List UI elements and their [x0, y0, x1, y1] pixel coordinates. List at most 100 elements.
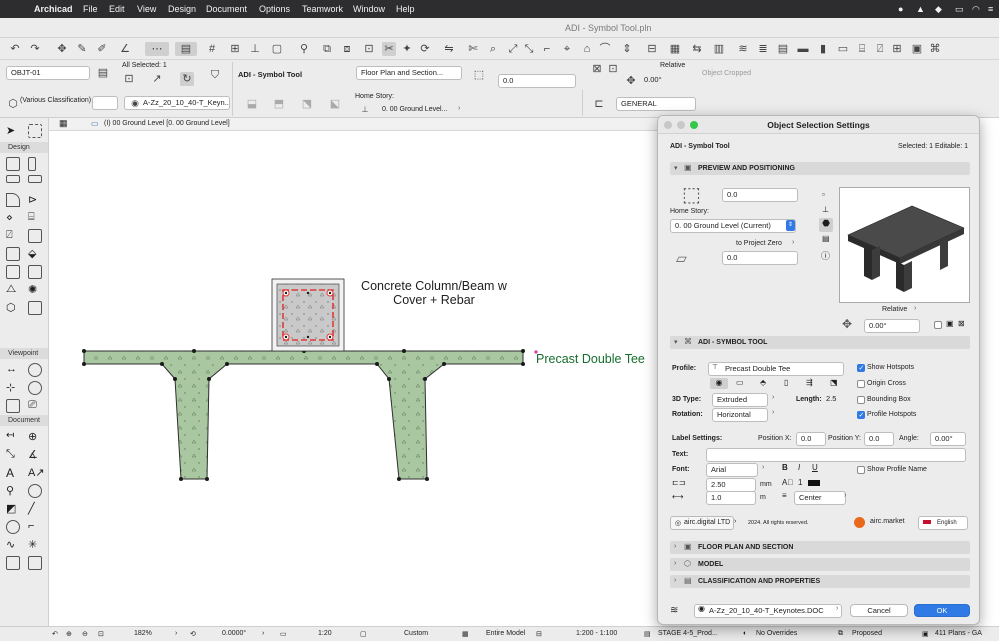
app-menu[interactable]: Archicad	[34, 4, 73, 14]
suspend-groups-icon[interactable]: ▢	[270, 42, 284, 56]
railing-icon[interactable]: ⍁	[873, 42, 887, 56]
rotate-icon[interactable]: ⟳	[418, 42, 432, 56]
section-tool-icon[interactable]: ↔	[6, 363, 20, 377]
plans-value[interactable]: 411 Plans - GA	[935, 630, 982, 637]
model-value[interactable]: Entire Model	[486, 630, 525, 637]
status-icon-1[interactable]: ●	[898, 4, 903, 14]
polyline-tool-icon[interactable]: ⌐	[28, 520, 42, 534]
window-icon[interactable]: ⊞	[890, 42, 904, 56]
element-id-field[interactable]: OBJT-01	[6, 66, 90, 80]
close-button[interactable]	[664, 121, 672, 129]
camera-tool-icon[interactable]: ⎚	[28, 399, 42, 413]
length-field[interactable]: 2.5	[822, 393, 856, 407]
mesh-tool-icon[interactable]: ⧍	[6, 283, 20, 297]
beam-tool-icon[interactable]	[6, 175, 20, 183]
cancel-button[interactable]: Cancel	[850, 604, 908, 617]
profile-shape-2-icon[interactable]: ▭	[736, 378, 744, 387]
pen-color-swatch[interactable]	[808, 480, 820, 486]
panel-tool-icon[interactable]	[28, 301, 42, 315]
calendar-icon[interactable]: ▦	[668, 42, 682, 56]
roof-tool-icon[interactable]	[6, 193, 20, 207]
table-icon[interactable]: ▤	[776, 42, 790, 56]
italic-icon[interactable]: I	[798, 463, 800, 472]
text-size-field[interactable]: 2.50	[706, 478, 756, 492]
snap-icon[interactable]: ⊞	[228, 42, 242, 56]
offset-bottom-field[interactable]: 0.0	[722, 251, 798, 265]
classification-value[interactable]: (Various Classification)	[20, 96, 91, 105]
profile-shape-5-icon[interactable]: ⇶	[806, 378, 813, 387]
trim-icon[interactable]: ✂	[382, 42, 396, 56]
custom-value[interactable]: Custom	[404, 630, 428, 637]
spline-tool-icon[interactable]: ∿	[6, 538, 20, 552]
menu-window[interactable]: Window	[353, 4, 385, 14]
layer-select[interactable]: A-Zz_20_10_40-T_Keynotes.DOC	[694, 604, 842, 618]
fit-icon[interactable]: ⊡	[98, 630, 104, 638]
mirror-icon[interactable]: ⇋	[442, 42, 456, 56]
overrides-value[interactable]: No Overrides	[756, 630, 797, 637]
origin-icon[interactable]: ⊡	[606, 62, 620, 76]
profile-shape-3-icon[interactable]: ⬘	[760, 378, 766, 387]
angle-field[interactable]: 0.00°	[640, 74, 696, 88]
grid-icon[interactable]: #	[205, 42, 219, 56]
stair-icon[interactable]: ⌸	[855, 42, 869, 56]
slab-tool-icon[interactable]	[28, 175, 42, 183]
stage-value[interactable]: STAGE 4-5_Prod...	[658, 630, 718, 637]
ortho-icon[interactable]: ⊥	[248, 42, 262, 56]
zoom-icon[interactable]: ⌕	[486, 42, 500, 56]
home-story-stepper-icon[interactable]: ⇕	[786, 220, 795, 231]
menu-help[interactable]: Help	[396, 4, 415, 14]
pos-x-field[interactable]: 0.0	[796, 432, 826, 446]
menu-design[interactable]: Design	[168, 4, 196, 14]
origin-cross-checkbox[interactable]	[857, 380, 865, 388]
column-icon[interactable]: ▮	[816, 42, 830, 56]
select-mode-icon[interactable]: ⊡	[122, 72, 136, 86]
font-select[interactable]: Arial	[706, 463, 758, 477]
menu-teamwork[interactable]: Teamwork	[302, 4, 343, 14]
offset-field[interactable]: 0.0	[498, 74, 576, 88]
curtain-wall-tool-icon[interactable]	[6, 265, 20, 279]
window-tool-icon[interactable]	[6, 247, 20, 261]
profile-shape-6-icon[interactable]: ⬔	[830, 378, 838, 387]
offset-icon[interactable]: ⌐	[540, 42, 554, 56]
door-icon[interactable]: ▣	[910, 42, 924, 56]
resize-icon[interactable]: ⤡	[522, 42, 536, 56]
dropbox-icon[interactable]: ◆	[935, 4, 942, 15]
scale2-value[interactable]: 1:200 - 1:100	[576, 630, 617, 637]
menu-view[interactable]: View	[137, 4, 156, 14]
line-tool-icon[interactable]: ╱	[28, 502, 42, 516]
zoom-button[interactable]	[690, 121, 698, 129]
slab-icon[interactable]: ▬	[796, 42, 810, 56]
to-project-zero[interactable]: to Project Zero	[736, 240, 782, 247]
minimize-button[interactable]	[677, 121, 685, 129]
preview-3d[interactable]	[839, 187, 970, 303]
vendor-link[interactable]: ◎ airc.digital LTD	[670, 516, 734, 530]
elevate-icon[interactable]: ⇕	[620, 42, 634, 56]
zoom-out-icon[interactable]: ⊖	[82, 630, 88, 638]
undo-icon[interactable]: ↶	[8, 42, 22, 56]
underline-icon[interactable]: U	[812, 463, 818, 472]
drawing-tool-icon[interactable]	[28, 556, 42, 570]
scale-value[interactable]: 1:20	[318, 630, 332, 637]
stair-tool-icon[interactable]: ⌸	[28, 211, 42, 225]
level-dimension-tool-icon[interactable]: ⊕	[28, 430, 42, 444]
floor-plan-panel-header[interactable]: FLOOR PLAN AND SECTION	[670, 541, 970, 554]
snap-guide-icon[interactable]: ⋯	[145, 42, 169, 56]
floor-icon[interactable]: ≣	[756, 42, 770, 56]
model-panel-header[interactable]: MODEL	[670, 558, 970, 571]
classification-menu[interactable]	[92, 96, 118, 110]
arc-tool-icon[interactable]	[6, 520, 20, 534]
text-field[interactable]	[706, 448, 966, 462]
show-profile-name-checkbox[interactable]	[857, 466, 865, 474]
worksheet-tool-icon[interactable]	[28, 381, 42, 395]
layers-icon[interactable]: ▤	[175, 42, 197, 56]
section-icon[interactable]: ⊟	[645, 42, 659, 56]
bold-icon[interactable]: B	[782, 463, 788, 472]
angle-icon[interactable]: ∠	[118, 42, 132, 56]
menu-file[interactable]: File	[83, 4, 98, 14]
wall-tool-icon[interactable]	[6, 157, 20, 171]
roof-icon[interactable]: ⌂	[580, 42, 594, 56]
menu-edit[interactable]: Edit	[109, 4, 125, 14]
network-icon[interactable]: ⌘	[928, 42, 942, 56]
profile-select[interactable]: Precast Double Tee	[708, 362, 844, 376]
lamp-tool-icon[interactable]: ✺	[28, 283, 42, 297]
